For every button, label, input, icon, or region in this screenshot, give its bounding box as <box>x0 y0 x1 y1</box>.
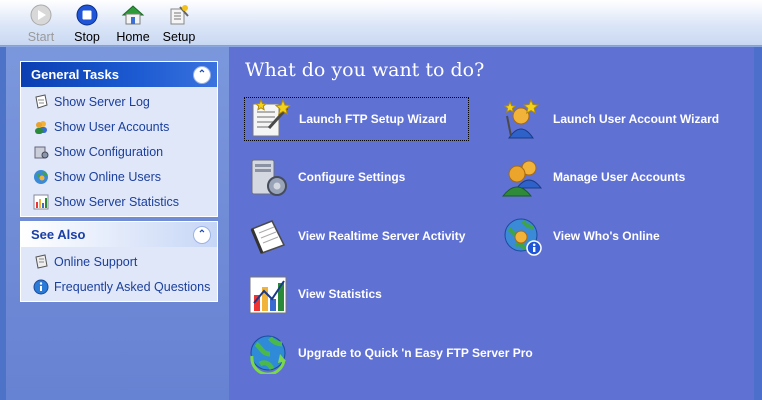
manage-user-accounts-button[interactable]: Manage User Accounts <box>499 155 749 199</box>
user-wizard-icon <box>499 97 547 141</box>
settings-server-icon <box>244 155 292 199</box>
setup-label: Setup <box>162 30 196 44</box>
info-icon <box>33 279 49 295</box>
task-label: Show Server Statistics <box>54 194 180 209</box>
view-statistics-button[interactable]: View Statistics <box>244 272 469 316</box>
action-label: Manage User Accounts <box>553 170 686 184</box>
globe-info-icon <box>499 214 547 258</box>
manage-users-icon <box>499 155 547 199</box>
home-button[interactable]: Home <box>110 0 156 44</box>
view-whos-online-button[interactable]: View Who's Online <box>499 214 749 258</box>
setup-button[interactable]: Setup <box>156 0 202 44</box>
action-label: Launch User Account Wizard <box>553 112 720 126</box>
link-label: Online Support <box>54 254 138 269</box>
task-show-user-accounts[interactable]: Show User Accounts <box>21 114 217 139</box>
action-label: Launch FTP Setup Wizard <box>299 112 447 126</box>
action-label: View Who's Online <box>553 229 660 243</box>
globe-arrow-icon <box>244 331 292 375</box>
stats-icon <box>33 194 49 210</box>
task-show-server-statistics[interactable]: Show Server Statistics <box>21 189 217 214</box>
action-label: Upgrade to Quick 'n Easy FTP Server Pro <box>298 346 533 360</box>
home-label: Home <box>116 30 150 44</box>
wizard-icon <box>245 97 293 141</box>
task-label: Show Online Users <box>54 169 161 184</box>
setup-icon <box>167 3 191 27</box>
play-icon <box>29 3 53 27</box>
config-icon <box>33 144 49 160</box>
see-also-title: See Also <box>31 227 86 242</box>
task-pane: General Tasks ⌃ Show Server Log Show Use… <box>0 47 229 400</box>
upgrade-to-pro-button[interactable]: Upgrade to Quick 'n Easy FTP Server Pro <box>244 331 544 375</box>
users-icon <box>33 119 49 135</box>
collapse-icon[interactable]: ⌃ <box>193 65 211 84</box>
launch-ftp-setup-wizard-button[interactable]: Launch FTP Setup Wizard <box>244 97 469 141</box>
general-tasks-title: General Tasks <box>31 67 119 82</box>
configure-settings-button[interactable]: Configure Settings <box>244 155 469 199</box>
task-label: Show Configuration <box>54 144 164 159</box>
link-label: Frequently Asked Questions <box>54 279 211 294</box>
launch-user-account-wizard-button[interactable]: Launch User Account Wizard <box>499 97 749 141</box>
online-icon <box>33 169 49 185</box>
action-label: View Statistics <box>298 287 382 301</box>
link-faq[interactable]: Frequently Asked Questions <box>21 274 217 299</box>
toolbar: Start Stop Home Setup <box>0 0 762 46</box>
task-show-configuration[interactable]: Show Configuration <box>21 139 217 164</box>
general-tasks-header[interactable]: General Tasks ⌃ <box>21 62 217 87</box>
task-show-online-users[interactable]: Show Online Users <box>21 164 217 189</box>
chart-icon <box>244 272 292 316</box>
stop-icon <box>75 3 99 27</box>
see-also-header[interactable]: See Also ⌃ <box>21 222 217 247</box>
start-label: Start <box>27 30 55 44</box>
task-show-server-log[interactable]: Show Server Log <box>21 89 217 114</box>
window-border <box>754 47 762 400</box>
support-icon <box>33 253 49 270</box>
collapse-icon[interactable]: ⌃ <box>193 225 211 244</box>
page-title: What do you want to do? <box>245 59 485 81</box>
home-icon <box>121 3 145 27</box>
general-tasks-panel: General Tasks ⌃ Show Server Log Show Use… <box>20 61 218 217</box>
task-label: Show Server Log <box>54 94 150 109</box>
stop-button[interactable]: Stop <box>64 0 110 44</box>
start-button[interactable]: Start <box>18 0 64 44</box>
see-also-panel: See Also ⌃ Online Support Frequently Ask… <box>20 221 218 302</box>
action-label: Configure Settings <box>298 170 406 184</box>
main-content: What do you want to do? Launch FTP Setup… <box>229 47 754 400</box>
action-label: View Realtime Server Activity <box>298 229 466 243</box>
log-icon <box>33 93 49 110</box>
link-online-support[interactable]: Online Support <box>21 249 217 274</box>
notepad-icon <box>244 214 292 258</box>
stop-label: Stop <box>74 30 100 44</box>
task-label: Show User Accounts <box>54 119 170 134</box>
view-realtime-server-activity-button[interactable]: View Realtime Server Activity <box>244 214 494 258</box>
